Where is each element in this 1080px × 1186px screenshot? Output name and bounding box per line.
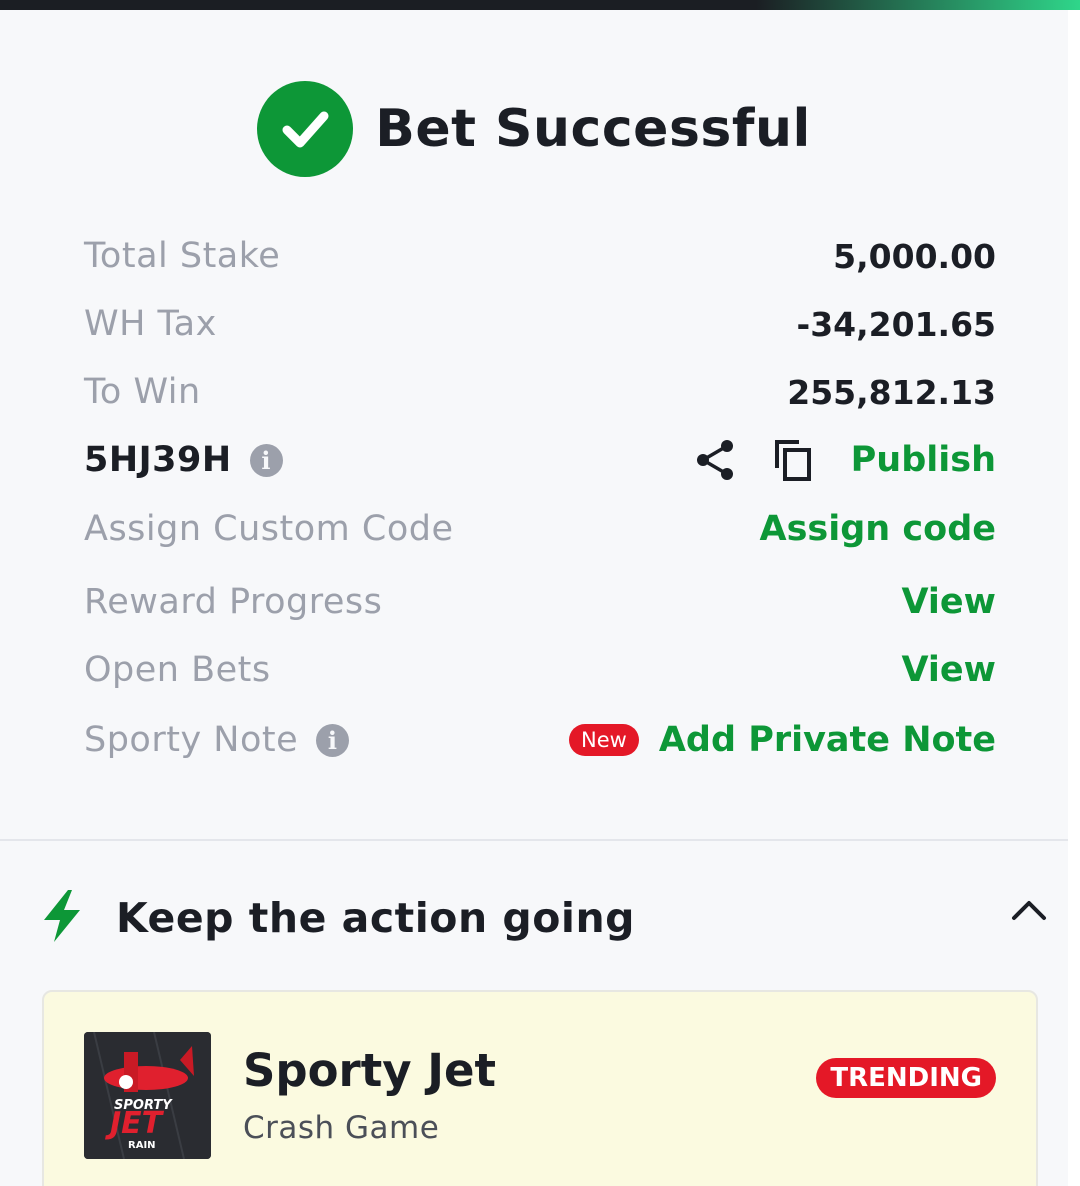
to-win-value: 255,812.13 xyxy=(787,372,996,412)
open-bets-row: Open Bets View xyxy=(84,640,996,700)
total-stake-label: Total Stake xyxy=(84,236,281,276)
note-actions: New Add Private Note xyxy=(569,720,996,760)
sporty-note-text: Sporty Note xyxy=(84,720,299,760)
open-bets-view-link[interactable]: View xyxy=(901,650,996,690)
publish-link[interactable]: Publish xyxy=(851,440,996,480)
open-bets-label: Open Bets xyxy=(84,650,271,690)
add-private-note-link[interactable]: Add Private Note xyxy=(659,720,996,760)
game-card[interactable]: SPORTY JET RAIN Sporty Jet Crash Game TR… xyxy=(42,990,1038,1186)
wh-tax-label: WH Tax xyxy=(84,304,217,344)
keep-action-section-header[interactable]: Keep the action going xyxy=(38,886,1048,950)
assign-code-link[interactable]: Assign code xyxy=(760,509,997,549)
booking-code-row: 5HJ39H i Publish xyxy=(84,430,996,490)
sporty-note-label: Sporty Note i xyxy=(84,720,350,760)
booking-code-label: 5HJ39H i xyxy=(84,440,283,480)
booking-actions: Publish xyxy=(695,438,996,482)
booking-code: 5HJ39H xyxy=(84,440,232,480)
thumb-text-main: JET xyxy=(110,1106,163,1141)
sporty-jet-thumbnail: SPORTY JET RAIN xyxy=(84,1032,211,1159)
bet-success-panel: Bet Successful Total Stake 5,000.00 WH T… xyxy=(0,10,1068,1186)
total-stake-row: Total Stake 5,000.00 xyxy=(84,226,996,286)
section-title: Keep the action going xyxy=(116,894,636,942)
chevron-up-icon[interactable] xyxy=(1010,896,1048,926)
divider xyxy=(0,839,1068,841)
assign-code-row: Assign Custom Code Assign code xyxy=(84,499,996,559)
game-type: Crash Game xyxy=(243,1110,440,1146)
reward-progress-label: Reward Progress xyxy=(84,582,383,622)
new-badge: New xyxy=(569,724,639,756)
success-header: Bet Successful xyxy=(0,74,1068,184)
reward-progress-view-link[interactable]: View xyxy=(901,582,996,622)
top-status-bar xyxy=(0,0,1080,10)
check-circle-icon xyxy=(257,81,354,177)
copy-icon[interactable] xyxy=(773,438,813,482)
to-win-label: To Win xyxy=(84,372,201,412)
right-edge xyxy=(1068,10,1080,1186)
lightning-icon xyxy=(38,888,86,948)
trending-badge: TRENDING xyxy=(816,1058,996,1098)
sporty-note-row: Sporty Note i New Add Private Note xyxy=(84,710,996,770)
wh-tax-row: WH Tax -34,201.65 xyxy=(84,294,996,354)
info-icon[interactable]: i xyxy=(249,443,283,477)
share-icon[interactable] xyxy=(695,439,735,481)
game-name: Sporty Jet xyxy=(243,1044,497,1097)
thumb-text-bottom: RAIN xyxy=(128,1140,156,1151)
total-stake-value: 5,000.00 xyxy=(833,236,996,276)
info-icon[interactable]: i xyxy=(316,723,350,757)
wh-tax-value: -34,201.65 xyxy=(796,304,997,344)
assign-custom-code-label: Assign Custom Code xyxy=(84,509,454,549)
page-title: Bet Successful xyxy=(375,99,811,159)
reward-progress-row: Reward Progress View xyxy=(84,572,996,632)
to-win-row: To Win 255,812.13 xyxy=(84,362,996,422)
